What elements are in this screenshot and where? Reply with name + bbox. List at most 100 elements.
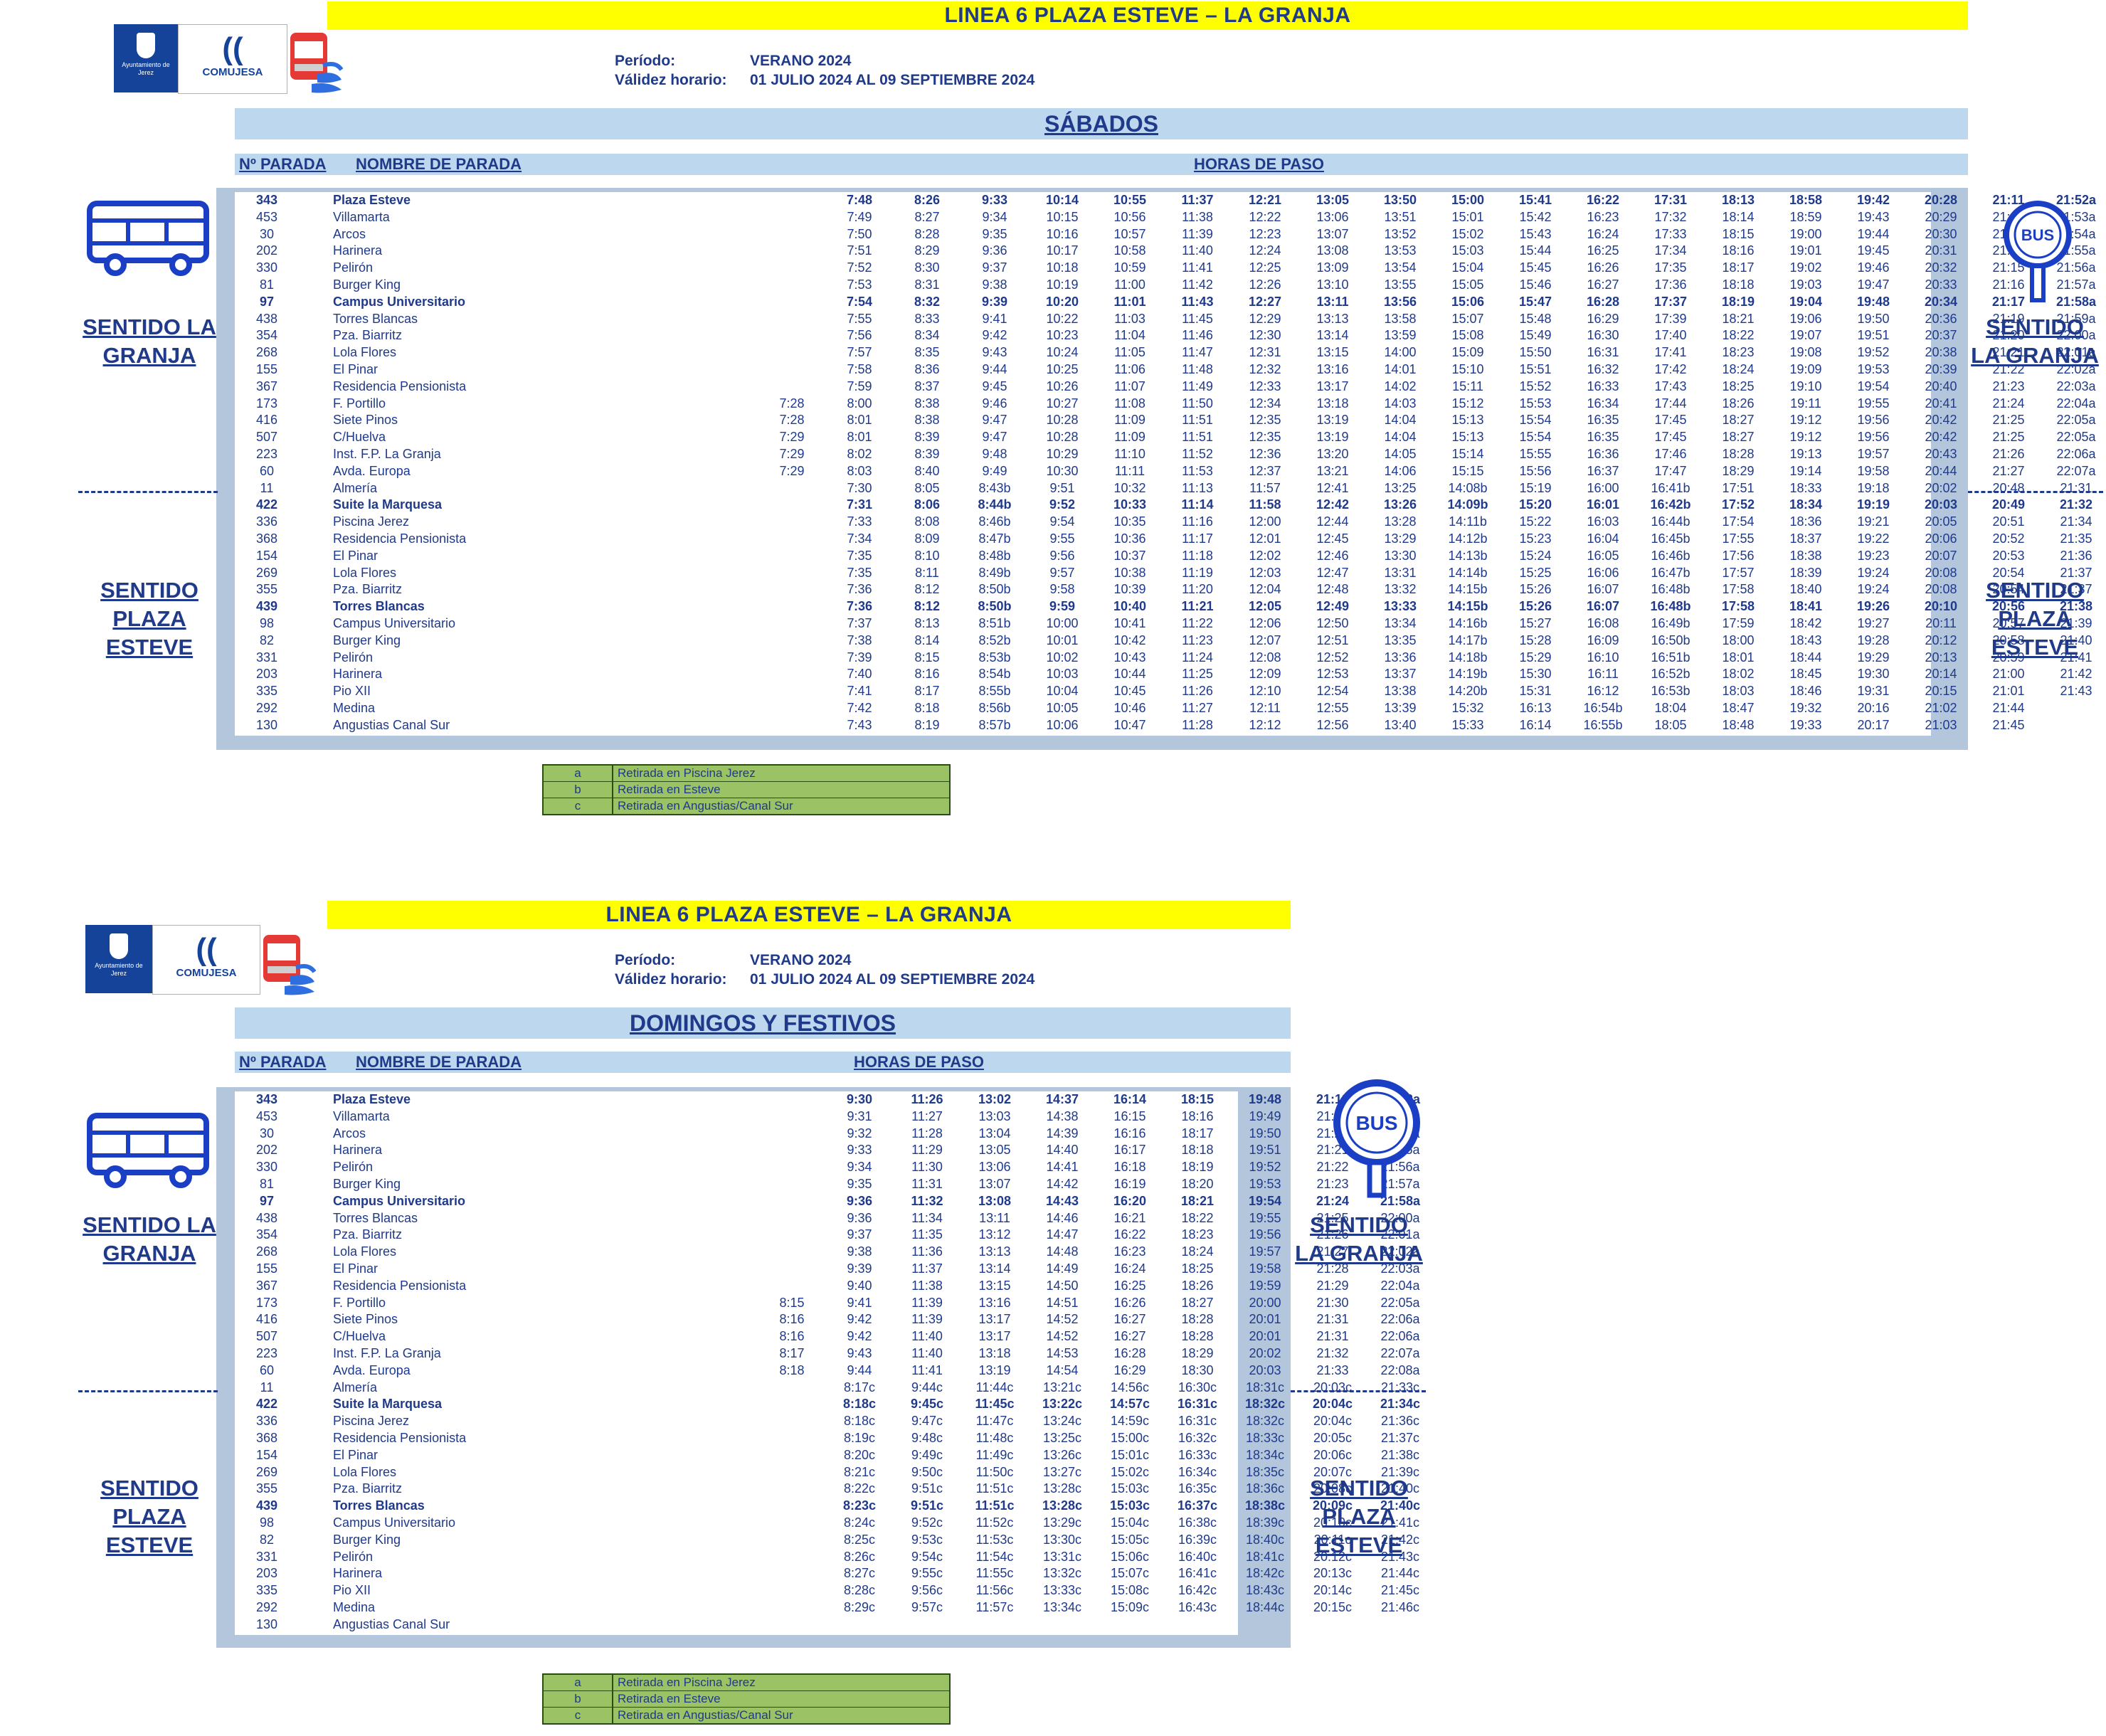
table-row: 269 Lola Flores 8:21c 9:50c 11:50c 13:27c 15:0…	[235, 1464, 1419, 1481]
departure-time: 18:29	[1722, 463, 1755, 478]
departure-time: 16:26	[1587, 260, 1619, 275]
departure-time: 8:46b	[978, 514, 1011, 529]
stop-number: 422	[255, 1397, 278, 1412]
departure-time: 11:56c	[975, 1583, 1014, 1598]
legend-row: c Retirada en Angustias/Canal Sur	[544, 798, 949, 814]
departure-time: 8:19	[914, 717, 940, 732]
stop-name: Inst. F.P. La Granja	[333, 1346, 441, 1360]
departure-time: 8:35	[914, 345, 940, 360]
departure-time: 9:43	[847, 1346, 872, 1360]
departure-time: 13:11	[1316, 294, 1349, 309]
departure-time: 7:28	[779, 413, 805, 428]
departure-time: 13:28c	[1042, 1481, 1082, 1496]
departure-time: 14:11b	[1449, 514, 1487, 529]
departure-time: 19:12	[1789, 413, 1822, 428]
departure-time: 10:03	[1046, 667, 1079, 682]
departure-time: 11:27	[911, 1108, 943, 1123]
stop-number: 202	[255, 243, 278, 258]
departure-time: 9:52c	[911, 1515, 943, 1530]
departure-time: 20:03	[1924, 497, 1958, 512]
departure-time: 9:51c	[910, 1498, 944, 1513]
departure-time: 7:58	[847, 362, 872, 376]
departure-time: 19:44	[1857, 226, 1890, 241]
departure-time: 7:38	[847, 633, 872, 647]
departure-time: 14:08b	[1448, 480, 1488, 495]
departure-time: 15:29	[1519, 650, 1552, 665]
departure-time: 10:26	[1046, 379, 1079, 393]
departure-time: 14:00	[1384, 345, 1417, 360]
departure-time: 20:37	[1925, 328, 1957, 343]
departure-time: 20:48	[1992, 480, 2025, 495]
table-row: 173 F. Portillo 7:28 8:00 8:38 9:46 10:27 11:08…	[235, 396, 2096, 413]
departure-time: 9:47c	[911, 1414, 943, 1429]
departure-time: 12:08	[1249, 650, 1281, 665]
departure-time: 18:15	[1722, 226, 1755, 241]
stop-name: Villamarta	[333, 1108, 390, 1123]
table-row: 507 C/Huelva 7:29 8:01 8:39 9:47 10:28 11:09 11:…	[235, 429, 2096, 446]
stop-name: Lola Flores	[333, 345, 397, 360]
departure-time: 18:41	[1789, 599, 1823, 614]
departure-time: 19:12	[1789, 430, 1822, 445]
departure-time: 10:17	[1046, 243, 1079, 258]
departure-time: 7:51	[847, 243, 872, 258]
departure-time: 19:56	[1857, 413, 1890, 428]
departure-time: 18:16	[1722, 243, 1755, 258]
table-row: 343 Plaza Esteve 9:30 11:26 13:02 14:37 16:14 1…	[235, 1091, 1420, 1108]
departure-time: 9:32	[847, 1126, 872, 1140]
departure-time: 13:10	[1316, 277, 1349, 292]
departure-time: 8:16	[779, 1312, 805, 1327]
departure-time: 19:51	[1857, 328, 1890, 343]
departure-time: 10:43	[1113, 650, 1146, 665]
departure-time: 20:11	[1925, 616, 1957, 630]
stop-number: 439	[255, 1498, 278, 1513]
stop-number: 367	[255, 1278, 278, 1293]
departure-time: 9:49	[982, 463, 1007, 478]
departure-time: 19:53	[1857, 362, 1890, 376]
departure-time: 20:39	[1925, 362, 1957, 376]
departure-time: 16:28	[1586, 294, 1620, 309]
departure-time: 15:30	[1519, 667, 1552, 682]
departure-time: 16:06	[1587, 565, 1619, 580]
stop-number: 330	[255, 1160, 278, 1175]
bus-front-icon	[286, 30, 344, 95]
departure-time: 13:31c	[1042, 1549, 1082, 1564]
direction-label-plaza-esteve-left: SENTIDO PLAZA ESTEVE	[71, 1474, 228, 1560]
departure-time: 15:56	[1519, 463, 1552, 478]
ayuntamiento-logo-text: Ayuntamiento de Jerez	[95, 962, 143, 977]
departure-time: 10:38	[1113, 565, 1146, 580]
departure-time: 11:39	[1182, 226, 1213, 241]
departure-time: 13:12	[978, 1227, 1011, 1242]
departure-time: 21:00	[1992, 667, 2025, 682]
departure-time: 12:06	[1249, 616, 1281, 630]
departure-time: 9:55	[1049, 531, 1075, 546]
departure-time: 11:13	[1182, 480, 1213, 495]
departure-time: 20:04c	[1313, 1414, 1353, 1429]
stop-number: 130	[255, 717, 278, 732]
departure-time: 16:30c	[1178, 1380, 1217, 1394]
departure-time: 9:56	[1049, 548, 1075, 563]
stop-number: 154	[255, 1447, 278, 1462]
column-header-bar: Nº PARADA NOMBRE DE PARADA HORAS DE PASO	[235, 154, 1968, 175]
stop-name: Campus Universitario	[333, 294, 466, 309]
departure-time: 10:00	[1046, 616, 1079, 630]
departure-time: 8:31	[914, 277, 940, 292]
departure-time: 21:03	[1925, 717, 1957, 732]
departure-time: 9:55c	[911, 1566, 943, 1581]
departure-time: 14:46	[1046, 1210, 1079, 1225]
stop-name: Pza. Biarritz	[333, 1227, 403, 1242]
departure-time: 20:53	[1992, 548, 2025, 563]
departure-time: 19:49	[1249, 1108, 1281, 1123]
table-row: 203 Harinera 8:27c 9:55c 11:55c 13:32c 15:07c 1…	[235, 1565, 1419, 1582]
stop-number: 82	[259, 1532, 275, 1547]
legend-key: c	[544, 1708, 613, 1723]
table-row: 354 Pza. Biarritz 9:37 11:35 13:12 14:47 16:22…	[235, 1227, 1420, 1244]
departure-time: 20:16	[1857, 701, 1890, 715]
departure-time: 8:28	[914, 226, 940, 241]
periodo-value: VERANO 2024	[750, 952, 852, 968]
departure-time: 22:04a	[1380, 1278, 1420, 1293]
departure-time: 11:46	[1182, 328, 1213, 343]
legend-row: b Retirada en Esteve	[544, 782, 949, 798]
stop-name: Villamarta	[333, 209, 390, 224]
departure-time: 12:47	[1316, 565, 1349, 580]
departure-time: 19:01	[1789, 243, 1822, 258]
